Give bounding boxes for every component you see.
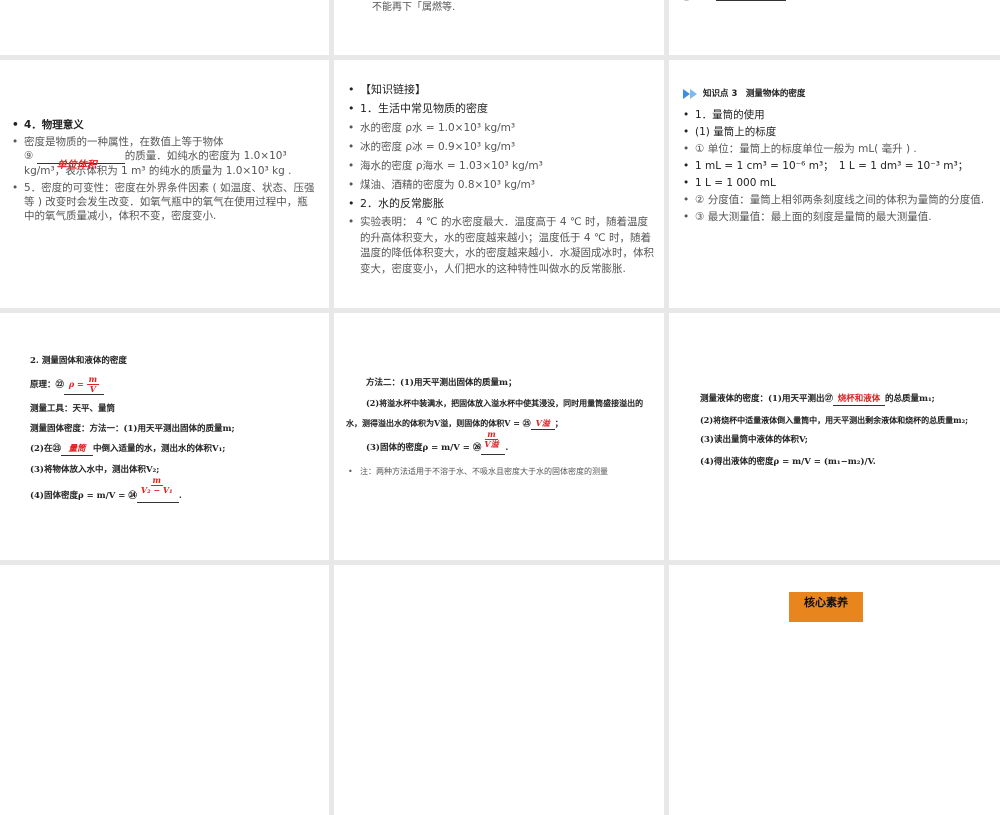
slide-11[interactable] [334,565,664,815]
list-item: 海水的密度 ρ海水 = 1.03×10³ kg/m³ [346,158,654,174]
answer-text: V溢 [535,418,550,428]
list-item: ③ 最大测量值：最上面的刻度是量筒的最大测量值. [681,210,991,224]
tools-text: 测量工具：天平、量筒 [30,404,116,414]
slide-9[interactable]: 测量液体的密度：(1)用天平测出㉗ 烧杯和液体 的总质量m₁; (2)将烧杯中适量液… [669,313,1000,560]
method-text: 测量固体密度：方法一：(1)用天平测出固体的质量m; [30,424,235,434]
list-item: 1 L = 1 000 mL [681,176,991,190]
slide-text: ⑤ [683,0,690,3]
list-item: (1) 量筒上的标度 [681,125,991,139]
list-item: 1．生活中常见物质的密度 [346,101,654,117]
list-item: 5．密度的可变性：密度在外界条件因素 ( 如温度、状态、压强等 ) 改变时会发生… [10,181,315,223]
slide-6[interactable]: 知识点 3 测量物体的密度 1．量筒的使用 (1) 量筒上的标度 ① 单位：量筒… [669,60,1000,308]
section-badge: 核心素养 [789,592,863,622]
slide-title: 2. 测量固体和液体的密度 [30,356,127,366]
list-item: 【知识链接】 [346,82,654,98]
answer-text: 烧杯和液体 [837,394,881,404]
answer-text: 量筒 [68,444,86,454]
slide-4[interactable]: 4．物理意义 密度是物质的一种属性，在数值上等于物体⑨ 单位体积 的质量．如纯水… [0,60,329,308]
slide-8[interactable]: 方法二：(1)用天平测出固体的质量m； (2)将溢水杯中装满水，把固体放入溢水杯… [334,313,664,560]
slide-7[interactable]: 2. 测量固体和液体的密度 原理：㉒ ρ = mV 测量工具：天平、量筒 测量固体… [0,313,329,560]
principle-label: 原理：㉒ [30,380,65,390]
slide-10[interactable] [0,565,329,815]
play-arrow-icon [683,88,690,99]
step-text: (4)得出液体的密度ρ = m/V = (m₁−m₂)/V. [700,457,876,467]
list-item: 2．水的反常膨胀 [346,196,654,212]
list-item: 4．物理意义 [10,118,315,132]
slide-5[interactable]: 【知识链接】 1．生活中常见物质的密度 水的密度 ρ水 = 1.0×10³ kg… [334,60,664,308]
answer-blank [716,0,786,1]
slide-2[interactable]: 不能再下「属燃等. [334,0,664,55]
list-item: 水的密度 ρ水 = 1.0×10³ kg/m³ [346,120,654,136]
list-item: 实验表明： 4 ℃ 的水密度最大．温度高于 4 ℃ 时，随着温度的升高体积变大，… [346,215,654,277]
list-item: 密度是物质的一种属性，在数值上等于物体⑨ 单位体积 的质量．如纯水的密度为 1.… [10,135,315,178]
list-item: 1．量筒的使用 [681,108,991,122]
step-text: (2)将烧杯中适量液体倒入量筒中，用天平测出剩余液体和烧杯的总质量m₂; [700,415,969,425]
list-item: ① 单位：量筒上的标度单位一般为 mL( 毫升 ) . [681,142,991,156]
slide-12[interactable]: 核心素养 [669,565,1000,815]
list-item: 冰的密度 ρ冰 = 0.9×10³ kg/m³ [346,139,654,155]
slide-3[interactable]: ⑤ [669,0,1000,55]
step-text: 方法二：(1)用天平测出固体的质量m； [366,378,517,388]
step-text: (3)读出量筒中液体的体积V; [700,435,808,445]
note-text: 注：两种方法适用于不溶于水、不吸水且密度大于水的固体密度的测量 [346,465,661,479]
section-header: 知识点 3 测量物体的密度 [683,87,805,99]
list-item: ② 分度值：量筒上相邻两条刻度线之间的体积为量筒的分度值. [681,193,991,207]
step-text: (3)将物体放入水中，测出体积V₂; [30,465,160,475]
play-arrow-icon [690,88,697,99]
list-item: 1 mL = 1 cm³ = 10⁻⁶ m³； 1 L = 1 dm³ = 10… [681,159,991,173]
slide-1[interactable] [0,0,329,55]
list-item: 煤油、酒精的密度为 0.8×10³ kg/m³ [346,177,654,193]
slide-text: 不能再下「属燃等. [372,2,456,13]
step-text: (2)将溢水杯中装满水，把固体放入溢水杯中使其浸没，同时用量筒盛接溢出的 [366,398,644,408]
